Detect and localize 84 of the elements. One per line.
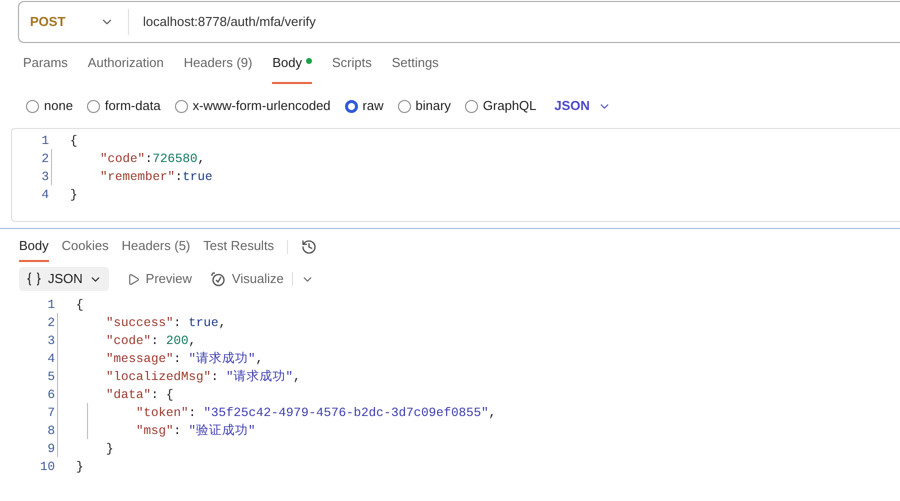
history-icon[interactable] [301,238,318,254]
response-tab[interactable]: Body [19,231,49,262]
response-tab[interactable]: Test Results [203,231,274,262]
code-token: , [293,368,301,386]
radio-label: raw [362,97,384,116]
line-number: 6 [46,386,55,404]
radio-label: form-data [104,97,161,116]
code-token: , [488,404,496,422]
code-token: } [76,458,84,476]
line-number: 1 [40,132,49,150]
visualize-icon [210,271,226,287]
method-dropdown[interactable]: POST [19,9,129,35]
line-number: 2 [46,314,55,332]
radio-button[interactable] [344,100,358,112]
code-token: 726580 [152,150,198,168]
code-token: "localizedMsg" [105,368,212,386]
request-tab[interactable]: Body [272,53,312,84]
code-token: "data" [105,386,152,404]
radio-label: binary [416,97,451,116]
code-token: "token" [135,404,189,422]
line-number: 3 [46,332,55,350]
code-token: "success" [105,314,174,332]
request-tab[interactable]: Params [23,53,68,84]
line-number: 7 [46,404,55,422]
code-token: : [145,150,153,168]
line-number: 8 [46,422,55,440]
code-token: : [174,350,182,368]
code-token: "验证成功" [188,422,256,440]
radio-button[interactable] [398,100,410,112]
line-number: 4 [46,350,55,368]
code-token: { [76,296,84,314]
code-token: : [211,368,220,386]
line-number: 4 [40,186,49,204]
code-token: "code" [99,150,146,168]
code-token: } [105,440,114,458]
code-token: , [188,332,196,350]
code-token: : [151,332,160,350]
code-token: , [218,314,226,332]
line-number: 9 [46,440,55,458]
braces-icon [26,272,42,286]
response-tab[interactable]: Headers (5) [122,231,190,262]
format-dropdown[interactable]: JSON [554,96,611,116]
code-token: : { [151,386,174,404]
line-number: 10 [38,458,55,476]
request-body-editor[interactable]: 1 { 2 "code":726580, 3 "remember":true 4 } [11,128,900,222]
code-token: true [182,168,213,186]
radio-label: x-www-form-urlencoded [192,97,331,116]
play-icon [126,272,140,286]
radio-button[interactable] [26,100,39,112]
code-token: "remember" [99,168,176,186]
line-number: 1 [46,296,55,314]
code-token: 200 [166,332,189,350]
code-token: "code" [105,332,152,350]
code-token: true [188,314,219,332]
radio-label: none [44,97,73,116]
response-format-dropdown[interactable]: JSON [19,267,109,291]
code-token: { [70,132,78,150]
url-field[interactable]: localhost:8778/auth/mfa/verify [129,12,316,32]
code-token: "请求成功" [226,368,294,386]
code-token: : [175,168,183,186]
response-tab[interactable]: Cookies [62,231,109,262]
code-token: , [198,150,206,168]
code-token: } [70,186,78,204]
line-number: 2 [40,150,49,168]
request-tab[interactable]: Settings [392,53,439,84]
code-token: : [174,422,182,440]
request-tab[interactable]: Scripts [332,53,372,84]
code-token: "message" [105,350,174,368]
radio-button[interactable] [464,100,478,112]
code-token: "35f25c42-4979-4576-b2dc-3d7c09ef0855" [204,404,489,422]
line-number: 5 [46,368,55,386]
radio-button[interactable] [174,100,188,112]
preview-button[interactable]: Preview [126,269,192,289]
code-token: : [174,314,182,332]
code-token: , [256,350,264,368]
code-token: "请求成功" [188,350,256,368]
line-number: 3 [40,168,49,186]
code-token: "msg" [135,422,174,440]
code-token: : [188,404,198,422]
radio-label: GraphQL [482,97,536,116]
request-tab[interactable]: Authorization [88,53,164,84]
request-tab[interactable]: Headers (9) [184,53,252,84]
visualize-button[interactable]: Visualize [210,269,284,289]
radio-button[interactable] [86,100,100,112]
